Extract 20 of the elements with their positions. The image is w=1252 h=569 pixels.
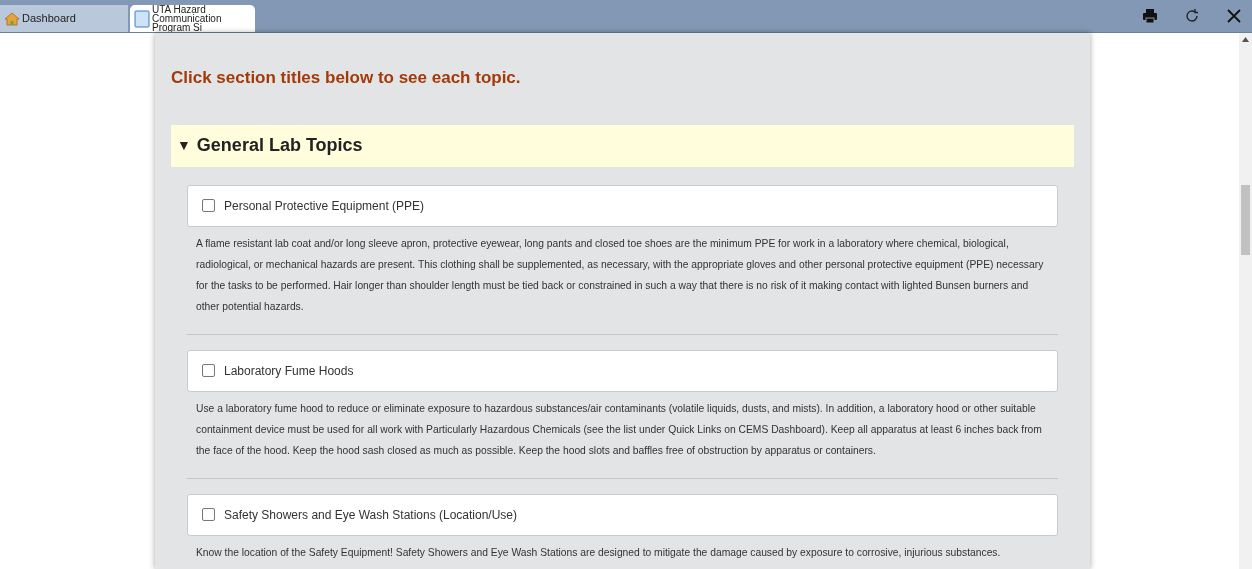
topic-description: A flame resistant lab coat and/or long sleeve apron, protective eyewear, long pants and closed toe shoes are the minimum PPE for work in a laboratory where chemical, biological, radiological, or mechanical hazards are present. This clothing shall be supplemented, as necessary, with the appropriate gloves and other personal protective equipment (PPE) necessary for the tasks to be performed. Hair longer than shoulder length must be tied back or constrained in such a way that there is no risk of it making contact with lighted Bunsen burners and other potential hazards. <box>195 236 1045 314</box>
print-icon[interactable] <box>1142 8 1158 24</box>
checkbox[interactable] <box>202 364 215 377</box>
topic-description: Know the location of the Safety Equipment! Safety Showers and Eye Wash Stations are designed to mitigate the damage caused by exposure to corrosive, injurious substances. <box>195 545 1002 560</box>
house-icon <box>4 11 20 26</box>
refresh-icon[interactable] <box>1184 8 1200 24</box>
close-icon[interactable] <box>1226 8 1242 24</box>
checkbox[interactable] <box>202 199 215 212</box>
topic-title[interactable]: Safety Showers and Eye Wash Stations (Location/Use) <box>224 505 518 524</box>
section-header[interactable]: ▼ General Lab Topics <box>171 124 1074 167</box>
scrollbar[interactable] <box>1239 33 1252 569</box>
topic-title[interactable]: Personal Protective Equipment (PPE) <box>224 196 425 215</box>
scroll-up-icon[interactable] <box>1242 37 1249 42</box>
document-icon <box>134 9 150 28</box>
page-heading: Click section titles below to see each topic. <box>171 67 522 89</box>
scrollbar-thumb[interactable] <box>1241 185 1250 255</box>
tab[interactable]: Dashboard <box>0 5 128 32</box>
topic-description: Use a laboratory fume hood to reduce or eliminate exposure to hazardous substances/air contaminants (volatile liquids, dusts, and mists). In addition, a laboratory hood or other suitable containment device must be used for all work with Particularly Hazardous Chemicals (see the list under Quick Links on CEMS Dashboard). Keep all apparatus at least 6 inches back from the face of the hood. Keep the hood sash closed as much as possible. Keep the hood slots and baffles free of obstruction by apparatus or containers. <box>195 401 1043 458</box>
topic-title[interactable]: Laboratory Fume Hoods <box>224 361 354 380</box>
checkbox[interactable] <box>202 508 215 521</box>
